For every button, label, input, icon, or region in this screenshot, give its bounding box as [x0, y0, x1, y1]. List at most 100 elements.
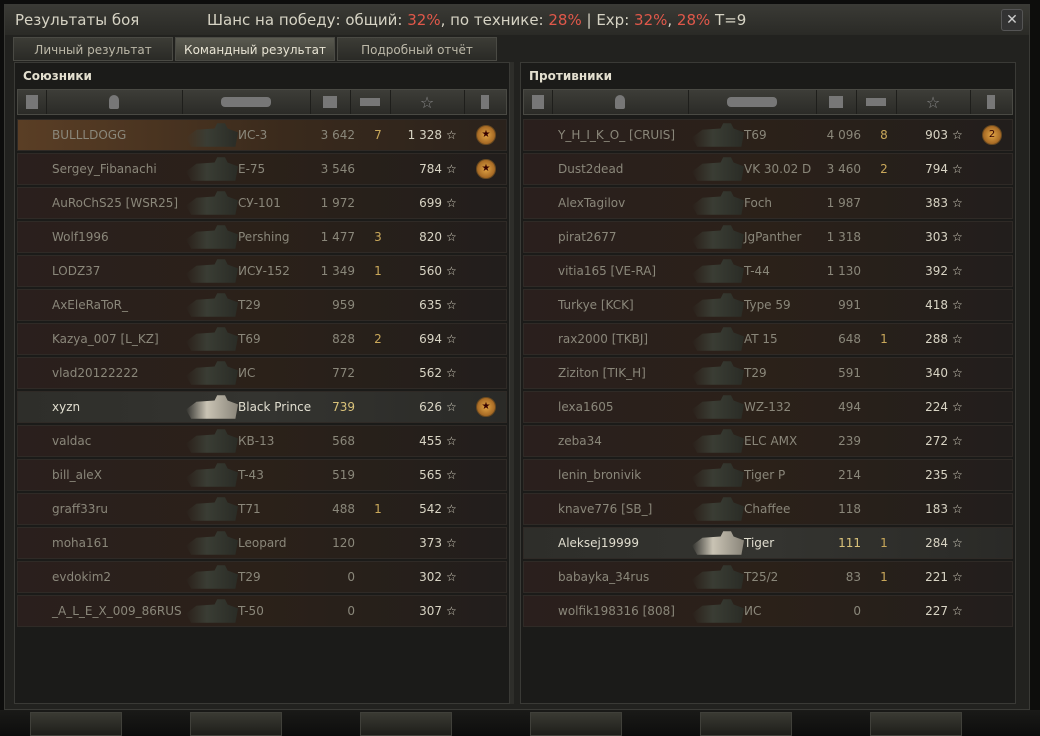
player-row[interactable]: wolfik198316 [808] ИС 0 227 ☆ [523, 595, 1013, 627]
carousel-tank-slot[interactable] [870, 712, 962, 736]
player-name[interactable]: babayka_34rus [558, 562, 649, 592]
player-name[interactable]: Y_H_I_K_O_ [CRUIS] [558, 120, 675, 150]
player-row[interactable]: Sergey_Fibanachi E-75 3 546 784 ☆ ★ [17, 153, 507, 185]
player-name[interactable]: xyzn [52, 392, 80, 422]
carousel-tank-slot[interactable] [30, 712, 122, 736]
damage-value: 1 987 [826, 196, 861, 210]
star-icon: ☆ [446, 366, 457, 380]
xp-star-icon[interactable]: ☆ [390, 90, 465, 114]
player-name[interactable]: rax2000 [TKBJ] [558, 324, 648, 354]
player-name[interactable]: lenin_bronivik [558, 460, 641, 490]
squad-icon[interactable] [18, 90, 47, 114]
damage-value: 3 460 [826, 162, 861, 176]
player-row[interactable]: Y_H_I_K_O_ [CRUIS] T69 4 096 8 903 ☆ 2 [523, 119, 1013, 151]
player-row[interactable]: evdokim2 T29 0 302 ☆ [17, 561, 507, 593]
player-name[interactable]: graff33ru [52, 494, 108, 524]
player-row[interactable]: BULLLDOGG ИС-3 3 642 7 1 328 ☆ ★ [17, 119, 507, 151]
tank-icon[interactable] [688, 90, 817, 114]
squad-icon[interactable] [524, 90, 553, 114]
medal-icon[interactable]: ★ [476, 159, 496, 179]
damage-icon[interactable] [310, 90, 351, 114]
player-row[interactable]: AuRoChS25 [WSR25] СУ-101 1 972 699 ☆ [17, 187, 507, 219]
player-row[interactable]: AxEleRaToR_ T29 959 635 ☆ [17, 289, 507, 321]
medal-icon[interactable] [970, 90, 1012, 114]
player-row[interactable]: graff33ru T71 488 1 542 ☆ [17, 493, 507, 525]
player-row[interactable]: Wolf1996 Pershing 1 477 3 820 ☆ [17, 221, 507, 253]
damage-icon[interactable] [816, 90, 857, 114]
carousel-tank-slot[interactable] [700, 712, 792, 736]
player-name[interactable]: Wolf1996 [52, 222, 109, 252]
medal-icon[interactable] [464, 90, 506, 114]
carousel-tank-slot[interactable] [360, 712, 452, 736]
player-name[interactable]: wolfik198316 [808] [558, 596, 675, 626]
player-name[interactable]: knave776 [SB_] [558, 494, 652, 524]
player-name[interactable]: Turkye [KCK] [558, 290, 634, 320]
player-name[interactable]: lexa1605 [558, 392, 614, 422]
player-name[interactable]: Kazya_007 [L_KZ] [52, 324, 159, 354]
player-row[interactable]: valdac КВ-13 568 455 ☆ [17, 425, 507, 457]
tab-detailed-report[interactable]: Подробный отчёт [337, 37, 497, 61]
player-name[interactable]: moha161 [52, 528, 109, 558]
player-name[interactable]: BULLLDOGG [52, 120, 126, 150]
player-row[interactable]: knave776 [SB_] Chaffee 118 183 ☆ [523, 493, 1013, 525]
medal-icon[interactable]: 2 [982, 125, 1002, 145]
medal-icon[interactable]: ★ [476, 125, 496, 145]
player-row[interactable]: lexa1605 WZ-132 494 224 ☆ [523, 391, 1013, 423]
star-icon: ☆ [446, 434, 457, 448]
player-name[interactable]: AlexTagilov [558, 188, 625, 218]
enemies-panel: Противники ☆ Y_H_I_K_O_ [CRUIS] T69 4 096 8… [520, 62, 1016, 704]
close-icon[interactable]: ✕ [1001, 9, 1023, 31]
player-row[interactable]: xyzn Black Prince 739 626 ☆ ★ [17, 391, 507, 423]
player-name[interactable]: _A_L_E_X_009_86RUS [52, 596, 182, 626]
kills-value [368, 562, 388, 592]
player-row[interactable]: rax2000 [TKBJ] AT 15 648 1 288 ☆ [523, 323, 1013, 355]
xp-value: 392 [925, 264, 948, 278]
player-row[interactable]: Kazya_007 [L_KZ] T69 828 2 694 ☆ [17, 323, 507, 355]
player-row[interactable]: lenin_bronivik Tiger P 214 235 ☆ [523, 459, 1013, 491]
player-name[interactable]: zeba34 [558, 426, 602, 456]
player-name[interactable]: bill_aleX [52, 460, 102, 490]
player-name[interactable]: vitia165 [VE-RA] [558, 256, 656, 286]
player-name[interactable]: Sergey_Fibanachi [52, 154, 157, 184]
player-row[interactable]: vlad20122222 ИС 772 562 ☆ [17, 357, 507, 389]
player-icon[interactable] [46, 90, 183, 114]
xp-star-icon[interactable]: ☆ [896, 90, 971, 114]
player-row[interactable]: pirat2677 JgPanther 1 318 303 ☆ [523, 221, 1013, 253]
player-row[interactable]: Aleksej19999 Tiger 111 1 284 ☆ [523, 527, 1013, 559]
tab-team-result[interactable]: Командный результат [175, 37, 335, 61]
carousel-tank-slot[interactable] [530, 712, 622, 736]
tab-personal-result[interactable]: Личный результат [13, 37, 173, 61]
tank-image [186, 395, 238, 419]
player-row[interactable]: bill_aleX T-43 519 565 ☆ [17, 459, 507, 491]
player-row[interactable]: Ziziton [TIK_H] T29 591 340 ☆ [523, 357, 1013, 389]
player-name[interactable]: Dust2dead [558, 154, 623, 184]
carousel-tank-slot[interactable] [190, 712, 282, 736]
player-icon[interactable] [552, 90, 689, 114]
tank-image [186, 225, 238, 249]
player-name[interactable]: vlad20122222 [52, 358, 138, 388]
player-row[interactable]: babayka_34rus T25/2 83 1 221 ☆ [523, 561, 1013, 593]
player-row[interactable]: Turkye [KCK] Type 59 991 418 ☆ [523, 289, 1013, 321]
player-name[interactable]: valdac [52, 426, 91, 456]
player-row[interactable]: AlexTagilov Foch 1 987 383 ☆ [523, 187, 1013, 219]
player-row[interactable]: vitia165 [VE-RA] T-44 1 130 392 ☆ [523, 255, 1013, 287]
player-row[interactable]: Dust2dead VK 30.02 D 3 460 2 794 ☆ [523, 153, 1013, 185]
player-row[interactable]: _A_L_E_X_009_86RUS T-50 0 307 ☆ [17, 595, 507, 627]
kills-icon[interactable] [856, 90, 897, 114]
player-name[interactable]: pirat2677 [558, 222, 616, 252]
kills-icon[interactable] [350, 90, 391, 114]
player-name[interactable]: LODZ37 [52, 256, 100, 286]
player-row[interactable]: LODZ37 ИСУ-152 1 349 1 560 ☆ [17, 255, 507, 287]
tank-icon[interactable] [182, 90, 311, 114]
player-name[interactable]: AuRoChS25 [WSR25] [52, 188, 178, 218]
player-name[interactable]: Aleksej19999 [558, 528, 639, 558]
player-name[interactable]: AxEleRaToR_ [52, 290, 128, 320]
player-name[interactable]: evdokim2 [52, 562, 111, 592]
damage-value: 0 [347, 604, 355, 618]
player-name[interactable]: Ziziton [TIK_H] [558, 358, 646, 388]
medal-icon[interactable]: ★ [476, 397, 496, 417]
player-row[interactable]: moha161 Leopard 120 373 ☆ [17, 527, 507, 559]
xp-value: 302 [419, 570, 442, 584]
tank-image [186, 259, 238, 283]
player-row[interactable]: zeba34 ELC AMX 239 272 ☆ [523, 425, 1013, 457]
